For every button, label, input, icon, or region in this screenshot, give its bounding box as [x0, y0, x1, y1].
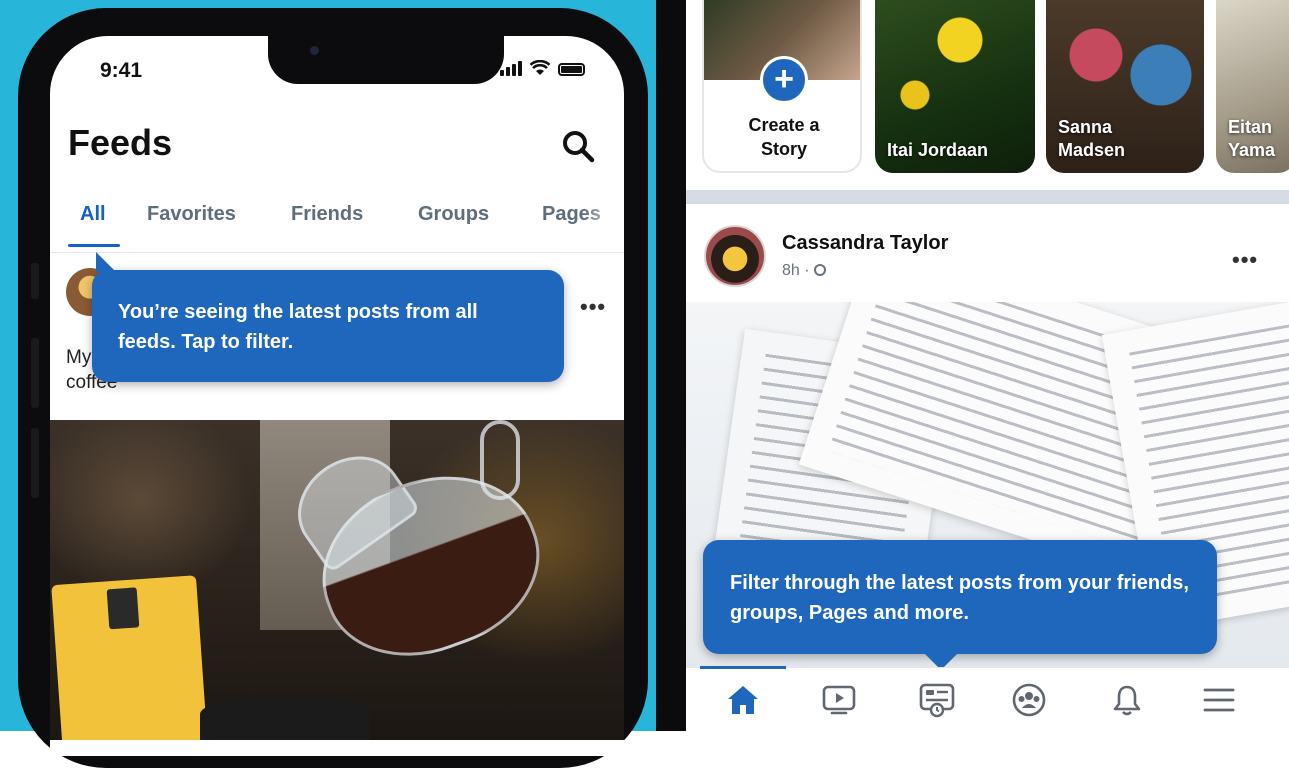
avatar[interactable]	[704, 225, 766, 287]
active-nav-indicator	[700, 666, 786, 669]
nav-home[interactable]	[723, 680, 763, 720]
feeds-icon	[919, 683, 955, 718]
nav-feeds[interactable]	[917, 680, 957, 720]
post-meta: 8h ·	[782, 262, 827, 280]
story-name: Itai Jordaan	[887, 139, 989, 160]
bottom-navigation	[686, 666, 1289, 731]
nav-groups[interactable]	[1009, 680, 1049, 720]
story-name: Eitan Yama	[1228, 117, 1276, 160]
story-card[interactable]: Sanna Madsen	[1046, 0, 1204, 173]
signal-icon	[500, 61, 522, 76]
wifi-icon	[530, 60, 550, 75]
feed-tabs: All Favorites Friends Groups Pages	[50, 198, 624, 248]
create-story-label: Create a Story	[748, 115, 820, 160]
post-photo[interactable]	[50, 420, 624, 740]
video-icon	[822, 685, 856, 715]
status-time: 9:41	[100, 59, 143, 82]
phone-side-button	[31, 338, 39, 408]
home-icon	[728, 686, 758, 714]
nav-notifications[interactable]	[1107, 680, 1147, 720]
battery-icon	[558, 63, 585, 76]
search-button[interactable]	[560, 128, 596, 164]
feeds-tooltip[interactable]: You’re seeing the latest posts from all …	[92, 252, 564, 382]
device-edge	[656, 0, 686, 731]
feeds-tooltip[interactable]: Filter through the latest posts from you…	[703, 540, 1217, 670]
camera	[310, 46, 319, 55]
active-tab-indicator	[68, 244, 120, 247]
search-icon	[563, 131, 595, 163]
tab-groups[interactable]: Groups	[418, 203, 489, 226]
post-time: 8h	[782, 262, 800, 279]
divider	[50, 252, 624, 253]
nav-video[interactable]	[819, 680, 859, 720]
status-icons	[500, 60, 585, 76]
story-card[interactable]: Eitan Yama	[1216, 0, 1289, 173]
more-button[interactable]: •••	[1232, 247, 1258, 273]
photo-cup	[200, 696, 370, 740]
meta-separator: ·	[804, 262, 810, 279]
globe-icon	[814, 264, 827, 276]
groups-icon	[1012, 683, 1046, 717]
phone-side-button	[31, 263, 39, 299]
photo-coffee-bag	[51, 575, 210, 740]
more-button[interactable]: •••	[580, 294, 606, 320]
post-author[interactable]: Cassandra Taylor	[782, 232, 948, 255]
photo-carafe-handle	[480, 420, 520, 500]
create-story-card[interactable]: + Create a Story	[702, 0, 862, 173]
tab-favorites[interactable]: Favorites	[147, 203, 236, 226]
bell-icon	[1113, 685, 1141, 716]
phone-notch	[268, 36, 504, 84]
nav-menu[interactable]	[1199, 680, 1239, 720]
plus-icon: +	[760, 56, 808, 104]
page-title: Feeds	[68, 122, 173, 163]
tabs-fade	[584, 198, 624, 248]
phone-side-button	[31, 428, 39, 498]
story-name: Sanna Madsen	[1058, 117, 1126, 160]
section-divider	[686, 190, 1289, 204]
tab-friends[interactable]: Friends	[291, 203, 363, 226]
menu-icon	[1203, 688, 1235, 712]
tab-all[interactable]: All	[80, 203, 106, 226]
story-card[interactable]: Itai Jordaan	[875, 0, 1035, 173]
